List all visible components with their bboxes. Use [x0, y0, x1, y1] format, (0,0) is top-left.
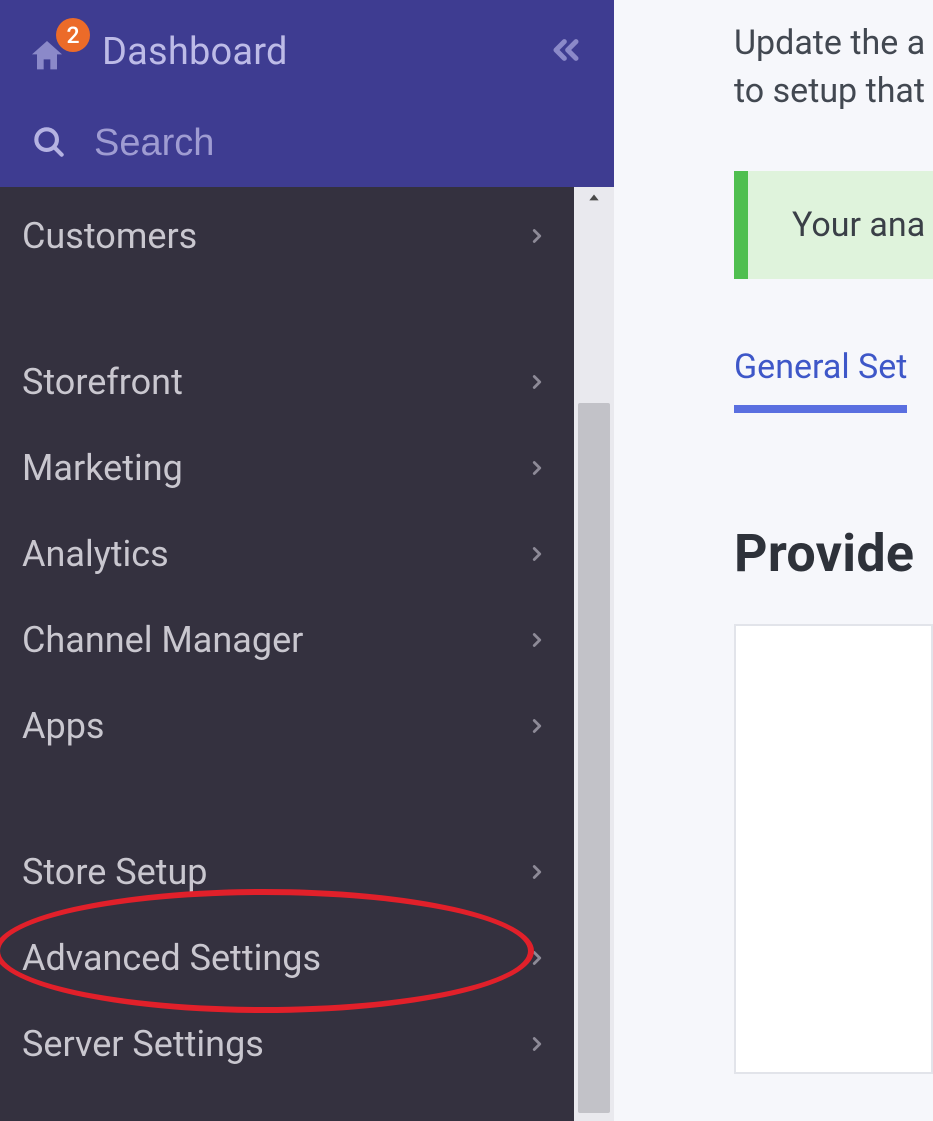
collapse-sidebar-button[interactable] — [544, 30, 588, 74]
sidebar-item-server-settings[interactable]: Server Settings — [0, 1001, 574, 1087]
search-icon — [30, 123, 68, 165]
sidebar-item-marketing[interactable]: Marketing — [0, 425, 574, 511]
sidebar-item-label: Storefront — [22, 361, 183, 403]
tab-general-settings[interactable]: General Set — [734, 347, 907, 413]
sidebar-header: 2 Dashboard — [0, 0, 614, 187]
sidebar-item-label: Marketing — [22, 447, 183, 489]
sidebar-item-channel-manager[interactable]: Channel Manager — [0, 597, 574, 683]
search-input[interactable] — [94, 122, 588, 165]
sidebar-scrollbar[interactable] — [574, 187, 614, 1121]
sidebar-item-label: Channel Manager — [22, 619, 303, 661]
chevron-right-icon — [526, 857, 548, 887]
content-panel — [734, 624, 933, 1074]
sidebar-item-customers[interactable]: Customers — [0, 193, 574, 279]
chevron-right-icon — [526, 539, 548, 569]
sidebar-nav: Customers Storefront Marketing — [0, 187, 574, 1121]
main-content: Update the a to setup that Your ana Gene… — [614, 0, 933, 1121]
chevron-right-icon — [526, 221, 548, 251]
sidebar-item-storefront[interactable]: Storefront — [0, 339, 574, 425]
dashboard-link[interactable]: Dashboard — [102, 30, 288, 74]
sidebar-item-label: Server Settings — [22, 1023, 264, 1065]
sidebar-item-label: Customers — [22, 215, 197, 257]
alert-text: Your ana — [792, 205, 925, 245]
sidebar-item-analytics[interactable]: Analytics — [0, 511, 574, 597]
sidebar-item-apps[interactable]: Apps — [0, 683, 574, 769]
home-button[interactable]: 2 — [26, 28, 74, 76]
sidebar-item-store-setup[interactable]: Store Setup — [0, 829, 574, 915]
sidebar-item-advanced-settings[interactable]: Advanced Settings — [0, 915, 574, 1001]
chevron-right-icon — [526, 625, 548, 655]
sidebar-item-label: Advanced Settings — [22, 937, 321, 979]
sidebar-item-label: Analytics — [22, 533, 169, 575]
notification-badge[interactable]: 2 — [56, 18, 90, 52]
section-heading: Provide — [734, 523, 933, 584]
intro-text: Update the a to setup that — [734, 20, 933, 115]
tab-bar: General Set — [734, 347, 933, 413]
chevron-right-icon — [526, 711, 548, 741]
chevron-double-left-icon — [546, 30, 586, 74]
chevron-right-icon — [526, 943, 548, 973]
success-alert: Your ana — [734, 171, 933, 279]
chevron-right-icon — [526, 367, 548, 397]
chevron-right-icon — [526, 1029, 548, 1059]
scroll-up-arrow-icon — [574, 191, 614, 205]
scrollbar-thumb[interactable] — [578, 403, 610, 1113]
chevron-right-icon — [526, 453, 548, 483]
sidebar: 2 Dashboard — [0, 0, 614, 1121]
sidebar-item-label: Apps — [22, 705, 105, 747]
sidebar-item-label: Store Setup — [22, 851, 208, 893]
